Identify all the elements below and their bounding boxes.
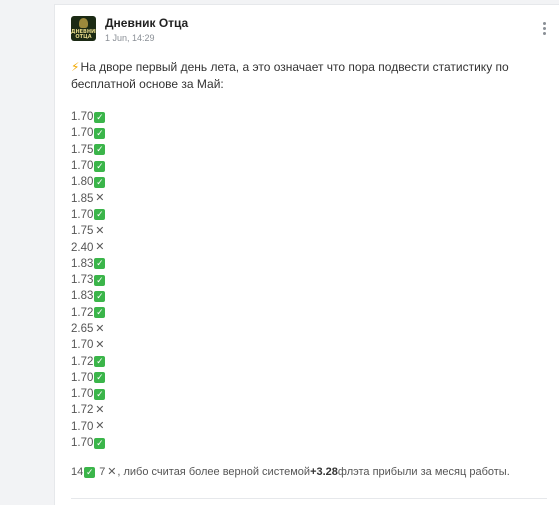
result-odds: 1.85 bbox=[71, 192, 94, 205]
result-row: 1.83 ✓ bbox=[71, 288, 106, 304]
check-mark-icon: ✓ bbox=[94, 111, 106, 123]
result-odds: 1.70 bbox=[71, 420, 94, 433]
result-row: 1.72 ✓ bbox=[71, 305, 106, 321]
result-row: 2.40 ✕ bbox=[71, 239, 105, 255]
summary-profit: +3.28 bbox=[310, 466, 338, 478]
result-odds: 1.70 bbox=[71, 160, 94, 173]
result-row: 2.65 ✕ bbox=[71, 321, 105, 337]
result-row: 1.70 ✓ bbox=[71, 370, 106, 386]
result-odds: 1.75 bbox=[71, 143, 94, 156]
result-row: 1.85 ✕ bbox=[71, 190, 105, 206]
check-mark-icon: ✓ bbox=[94, 160, 106, 172]
check-mark-icon: ✓ bbox=[94, 356, 106, 368]
result-row: 1.75 ✕ bbox=[71, 223, 105, 239]
result-row: 1.70 ✓ bbox=[71, 435, 106, 451]
result-row: 1.70 ✕ bbox=[71, 419, 105, 435]
result-odds: 1.80 bbox=[71, 176, 94, 189]
result-odds: 1.70 bbox=[71, 208, 94, 221]
result-row: 1.70 ✓ bbox=[71, 207, 106, 223]
result-odds: 1.72 bbox=[71, 404, 94, 417]
result-odds: 1.72 bbox=[71, 306, 94, 319]
result-row: 1.70 ✓ bbox=[71, 386, 106, 402]
summary-text-before: , либо считая более верной системой bbox=[117, 466, 311, 478]
summary-text-after: флэта прибыли за месяц работы. bbox=[337, 466, 510, 478]
results-list: 1.70 ✓ 1.70 ✓ 1.75 ✓ 1.70 ✓ 1.80 ✓ 1.85 ✕ 1.70 ✓ 1.75 ✕… bbox=[71, 109, 106, 451]
cross-mark-icon: ✕ bbox=[95, 420, 105, 433]
cross-mark-icon: ✕ bbox=[95, 403, 105, 416]
check-mark-icon: ✓ bbox=[94, 388, 106, 400]
result-odds: 1.83 bbox=[71, 290, 94, 303]
summary-losses: 7 bbox=[99, 466, 106, 478]
cross-mark-icon: ✕ bbox=[95, 241, 105, 254]
result-row: 1.80 ✓ bbox=[71, 174, 106, 190]
result-odds: 1.70 bbox=[71, 371, 94, 384]
check-mark-icon: ✓ bbox=[94, 127, 106, 139]
result-odds: 1.70 bbox=[71, 437, 94, 450]
result-row: 1.70 ✓ bbox=[71, 109, 106, 125]
result-row: 1.72 ✓ bbox=[71, 353, 106, 369]
post-timestamp: 1 Jun, 14:29 bbox=[105, 33, 155, 43]
post-intro: ⚡На дворе первый день лета, а это означа… bbox=[71, 59, 521, 93]
result-odds: 1.83 bbox=[71, 257, 94, 270]
more-vertical-icon[interactable] bbox=[543, 22, 547, 37]
result-row: 1.70 ✓ bbox=[71, 125, 106, 141]
result-odds: 1.72 bbox=[71, 355, 94, 368]
check-mark-icon: ✓ bbox=[94, 258, 106, 270]
check-mark-icon: ✓ bbox=[94, 209, 106, 221]
cross-mark-icon: ✕ bbox=[95, 192, 105, 205]
check-mark-icon: ✓ bbox=[94, 144, 106, 156]
cross-mark-icon: ✕ bbox=[95, 338, 105, 351]
check-mark-icon: ✓ bbox=[94, 176, 106, 188]
result-row: 1.72 ✕ bbox=[71, 402, 105, 418]
check-mark-icon: ✓ bbox=[94, 290, 106, 302]
result-odds: 2.65 bbox=[71, 323, 94, 335]
cross-mark-icon: ✕ bbox=[95, 224, 105, 237]
channel-avatar[interactable]: ДНЕВНИК ОТЦА bbox=[71, 16, 96, 41]
check-mark-icon: ✓ bbox=[94, 372, 106, 384]
channel-name[interactable]: Дневник Отца bbox=[105, 16, 188, 30]
check-mark-icon: ✓ bbox=[84, 466, 96, 478]
check-mark-icon: ✓ bbox=[94, 437, 106, 449]
result-odds: 2.40 bbox=[71, 241, 94, 254]
result-row: 1.83 ✓ bbox=[71, 256, 106, 272]
divider bbox=[71, 498, 547, 499]
result-odds: 1.70 bbox=[71, 111, 94, 124]
cross-mark-icon: ✕ bbox=[107, 465, 117, 478]
summary-wins: 14 bbox=[71, 466, 84, 478]
post-card: ДНЕВНИК ОТЦА Дневник Отца 1 Jun, 14:29 ⚡… bbox=[54, 4, 559, 505]
result-odds: 1.73 bbox=[71, 274, 94, 287]
result-odds: 1.70 bbox=[71, 339, 94, 352]
check-mark-icon: ✓ bbox=[94, 307, 106, 319]
result-row: 1.73 ✓ bbox=[71, 272, 106, 288]
check-mark-icon: ✓ bbox=[94, 274, 106, 286]
avatar-logo-text: ДНЕВНИК ОТЦА bbox=[71, 29, 96, 40]
result-row: 1.70 ✓ bbox=[71, 158, 106, 174]
cross-mark-icon: ✕ bbox=[95, 322, 105, 335]
result-odds: 1.75 bbox=[71, 225, 94, 238]
post-summary: 14 ✓ 7 ✕ , либо считая более верной сист… bbox=[71, 466, 510, 478]
result-row: 1.75 ✓ bbox=[71, 142, 106, 158]
avatar-figure-icon bbox=[79, 18, 88, 28]
post-intro-text: На дворе первый день лета, а это означае… bbox=[71, 60, 509, 91]
result-row: 1.70 ✕ bbox=[71, 337, 105, 353]
lightning-icon: ⚡ bbox=[71, 60, 80, 74]
result-odds: 1.70 bbox=[71, 388, 94, 401]
result-odds: 1.70 bbox=[71, 127, 94, 140]
